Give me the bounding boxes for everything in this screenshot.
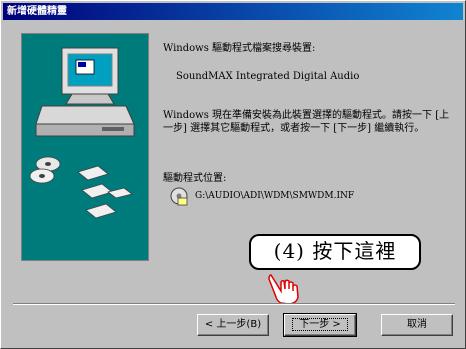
callout-text: (4) 按下這裡 bbox=[273, 239, 397, 263]
driver-location-row: G:\AUDIO\ADI\WDM\SMWDM.INF bbox=[169, 185, 354, 207]
wizard-illustration bbox=[21, 33, 149, 261]
window-title: 新增硬體精靈 bbox=[7, 6, 67, 17]
instruction-heading: Windows 驅動程式檔案搜尋裝置: bbox=[163, 43, 316, 54]
next-button-label: 下一步 > bbox=[292, 318, 348, 331]
device-name: SoundMAX Integrated Digital Audio bbox=[176, 71, 360, 82]
back-button-label: < 上一步(B) bbox=[204, 319, 262, 330]
computer-disks-illustration-icon bbox=[29, 47, 135, 219]
cancel-button-label: 取消 bbox=[407, 319, 427, 330]
pointing-hand-icon bbox=[268, 274, 299, 305]
instruction-paragraph: Windows 現在準備安裝為此裝置選擇的驅動程式。請按一下 [上一步] 選擇其… bbox=[163, 110, 450, 134]
wizard-window: 新增硬體精靈 Windows 驅動程式檔案搜尋裝置: SoundMAX Inte… bbox=[0, 0, 466, 349]
driver-location-path: G:\AUDIO\ADI\WDM\SMWDM.INF bbox=[195, 191, 355, 201]
back-button[interactable]: < 上一步(B) bbox=[197, 314, 269, 336]
cancel-button[interactable]: 取消 bbox=[381, 314, 453, 336]
title-bar: 新增硬體精靈 bbox=[3, 3, 463, 20]
driver-location-label: 驅動程式位置: bbox=[163, 173, 227, 184]
step-callout: (4) 按下這裡 bbox=[249, 234, 421, 270]
next-button[interactable]: 下一步 > bbox=[283, 313, 357, 337]
button-divider bbox=[13, 303, 455, 305]
setup-disk-icon bbox=[170, 187, 188, 206]
